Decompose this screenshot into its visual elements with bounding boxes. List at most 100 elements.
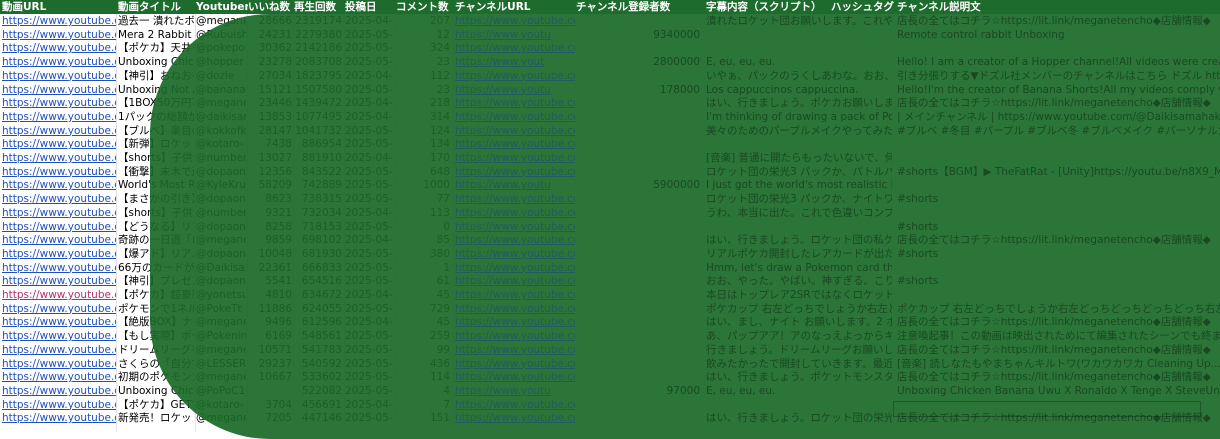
header-likes[interactable]: いいね数	[248, 0, 294, 14]
cell-channel-url[interactable]: https://www.youtube.com/@meganetencho	[455, 316, 575, 329]
header-youtuber[interactable]: Youtuber名	[196, 0, 248, 14]
cell-channel-url[interactable]: https://www.youtube.com/@numbershorts	[455, 207, 575, 220]
cell-url[interactable]: https://www.youtube.co	[2, 84, 116, 97]
cell-caption	[706, 221, 892, 234]
cell-url[interactable]: https://www.youtube.co	[2, 289, 116, 302]
cell-url[interactable]: https://www.youtube.co	[2, 371, 116, 384]
cell-url[interactable]: https://www.youtube.co	[2, 193, 116, 206]
cell-caption: うわ、本当に出た。これで色違いコンプリートだよ。本当にやばいよね。この方法。まず…	[706, 206, 892, 219]
cell-channel-url[interactable]: https://www.youtube.com/@Daikisamahakaru…	[455, 111, 575, 124]
cell-desc	[897, 179, 1220, 192]
cell-url[interactable]: https://www.youtube.co	[2, 166, 116, 179]
cell-caption: はい、行きましょう。ポケカお願いします。ついに学	[706, 97, 892, 110]
cell-subs	[576, 138, 700, 151]
cell-caption: はい、行きましょう。ポケットモンスターお願いします。	[706, 371, 892, 384]
cell-channel-url[interactable]: https://www.youtube.com/@dopaon	[455, 248, 575, 261]
cell-caption: はい、行きましょう。ロケット団の私ケースお願いしま	[706, 234, 892, 247]
header-row: 動画URL 動画タイトル Youtuber名 いいね数 再生回数 投稿日 コメン…	[0, 0, 1220, 14]
cell-channel-url[interactable]: https://www.youtu	[455, 179, 575, 192]
cell-channel-url[interactable]: https://www.yout	[455, 56, 575, 69]
cell-subs	[576, 207, 700, 220]
cell-channel-url[interactable]: https://www.youtube.com/@dopaon	[455, 193, 575, 206]
cell-desc: #shorts	[897, 193, 939, 206]
cell-url[interactable]: https://www.youtube.co	[2, 111, 116, 124]
cell-desc	[897, 152, 1220, 165]
cell-url[interactable]: https://www.youtube.co	[2, 358, 116, 371]
cell-url[interactable]: https://www.youtube.co	[2, 248, 116, 261]
cell-url[interactable]: https://www.youtube.co	[2, 125, 116, 138]
cell-channel-url[interactable]: https://www.youtube.com/@kotaro	[455, 138, 575, 151]
cell-url[interactable]: https://www.youtube.co	[2, 399, 116, 412]
header-desc[interactable]: チャンネル説明文	[897, 0, 1017, 14]
cell-subs	[576, 316, 700, 329]
cell-channel-url[interactable]: https://www.youtube.com/@pokeltat	[455, 303, 575, 316]
cell-caption: ロケット団の栄光3 パックか、ナイトワンダーラ3パック	[706, 193, 892, 206]
cell-channel-url[interactable]: https://www.youtube.com/@dozle	[455, 70, 575, 83]
header-subs[interactable]: チャンネル登録者数	[576, 0, 696, 14]
cell-caption	[706, 29, 892, 42]
header-views[interactable]: 再生回数	[294, 0, 344, 14]
cell-channel-url[interactable]: https://www.youtube.com/@kotaro-.	[455, 399, 575, 412]
header-caption[interactable]: 字幕内容（スクリプト）	[706, 0, 830, 14]
cell-subs: 97000	[666, 384, 700, 397]
cell-caption	[706, 42, 892, 55]
cell-channel-url[interactable]: https://www.youtube.com/@dopaon	[455, 221, 575, 234]
cell-url[interactable]: https://www.youtube.co	[2, 70, 116, 83]
cell-url[interactable]: https://www.youtube.co	[2, 179, 116, 192]
cell-channel-url[interactable]: https://www.youtube.com/@yonetsu	[455, 289, 575, 302]
cell-channel-url[interactable]: https://www.youtube.com/@meganetencho	[455, 371, 575, 384]
cell-url[interactable]: https://www.youtube.co	[2, 152, 116, 165]
cell-channel-url[interactable]: https://www.youtube.com/@kokkofk	[455, 125, 575, 138]
cell-channel-url[interactable]: https://www.youtube.com/@dopaon	[455, 275, 575, 288]
cell-channel-url[interactable]: https://www.youtube.com/@Daikisamahakaru…	[455, 262, 575, 275]
cell-channel-url[interactable]: https://www.youtube.com/@dopaon	[455, 166, 575, 179]
cell-channel-url[interactable]: https://www.youtube.com/@numbershorts	[455, 152, 575, 165]
cell-subs	[576, 303, 700, 316]
cell-url[interactable]: https://www.youtube.co	[2, 385, 116, 398]
cell-channel-url[interactable]: https://www.youtube.com/@pokepoke_podpac…	[455, 42, 575, 55]
cell-url[interactable]: https://www.youtube.co	[2, 29, 116, 42]
cell-subs	[576, 371, 700, 384]
cell-url[interactable]: https://www.youtube.co	[2, 316, 116, 329]
cell-desc: 注意喚起事！この動画は映出されためにて編集されたシーンでも終まれています。実際の…	[897, 330, 1220, 343]
cell-channel-url[interactable]: https://www.youtu	[455, 29, 575, 42]
cell-url[interactable]: https://www.youtube.co	[2, 303, 116, 316]
spreadsheet: 動画URL 動画タイトル Youtuber名 いいね数 再生回数 投稿日 コメン…	[0, 0, 1220, 439]
cell-url[interactable]: https://www.youtube.co	[2, 234, 116, 247]
cell-url[interactable]: https://www.youtube.co	[2, 412, 116, 425]
header-url[interactable]: 動画URL	[2, 0, 116, 14]
cell-desc: #shorts【BGM】▶ TheFatRat - [Unity]https:/…	[897, 165, 1220, 178]
cell-channel-url[interactable]: https://www.youtube.com/@meganetencho	[455, 412, 575, 425]
header-comments[interactable]: コメント数	[396, 0, 452, 14]
header-channel-url[interactable]: チャンネルURL	[455, 0, 571, 14]
cell-url[interactable]: https://www.youtube.co	[2, 138, 116, 151]
cell-caption: 飲みたかったで開封していきます。最近もはマキタの開封をしてるで	[706, 357, 892, 370]
cell-channel-url[interactable]: https://www.youtu	[455, 385, 575, 398]
cell-url[interactable]: https://www.youtube.co	[2, 56, 116, 69]
cell-channel-url[interactable]: https://www.youtube.com/@LESSERAFIM_offi…	[455, 358, 575, 371]
cell-channel-url[interactable]: https://www.youtube.com/@meganetencho	[455, 234, 575, 247]
cell-url[interactable]: https://www.youtube.co	[2, 275, 116, 288]
cell-caption: はい、まし、ナイト お願いします。2 ボックス。あ、お	[706, 316, 892, 329]
cell-url[interactable]: https://www.youtube.co	[2, 97, 116, 110]
cell-channel-url[interactable]: https://www.youtu	[455, 84, 575, 97]
cell-url[interactable]: https://www.youtube.co	[2, 207, 116, 220]
cell-channel-url[interactable]: https://www.youtube.com/@Pokenin	[455, 330, 575, 343]
header-date[interactable]: 投稿日	[345, 0, 395, 14]
cell-url[interactable]: https://www.youtube.co	[2, 344, 116, 357]
cell-url[interactable]: https://www.youtube.co	[2, 15, 116, 28]
cell-url[interactable]: https://www.youtube.co	[2, 262, 116, 275]
cell-caption: 美々のためのパープルメイクやってみたよ ブルベだか	[706, 124, 892, 137]
cell-channel-url[interactable]: https://www.youtube.com/@meganetencho	[455, 344, 575, 357]
cell-url[interactable]: https://www.youtube.co	[2, 42, 116, 55]
cell-channel-url[interactable]: https://www.youtube.com/@meganetencho	[455, 97, 575, 110]
header-hashtag[interactable]: ハッシュタグ	[831, 0, 895, 14]
cell-caption: はい、行きましょう。ロケット団の栄光お願いします。	[706, 412, 892, 425]
selected-cell-outline[interactable]	[893, 401, 1201, 417]
header-title[interactable]: 動画タイトル	[118, 0, 194, 14]
cell-channel-url[interactable]: https://www.youtube.com/@meganetencho	[455, 15, 575, 28]
cell-caption: あ、パップアア！アのなっえよっからキラワシュタアー。ロ	[706, 330, 892, 343]
cell-desc: 店長の全てはコチラ☆https://lit.link/meganetencho◆…	[897, 234, 1211, 247]
cell-url[interactable]: https://www.youtube.co	[2, 330, 116, 343]
cell-url[interactable]: https://www.youtube.co	[2, 221, 116, 234]
